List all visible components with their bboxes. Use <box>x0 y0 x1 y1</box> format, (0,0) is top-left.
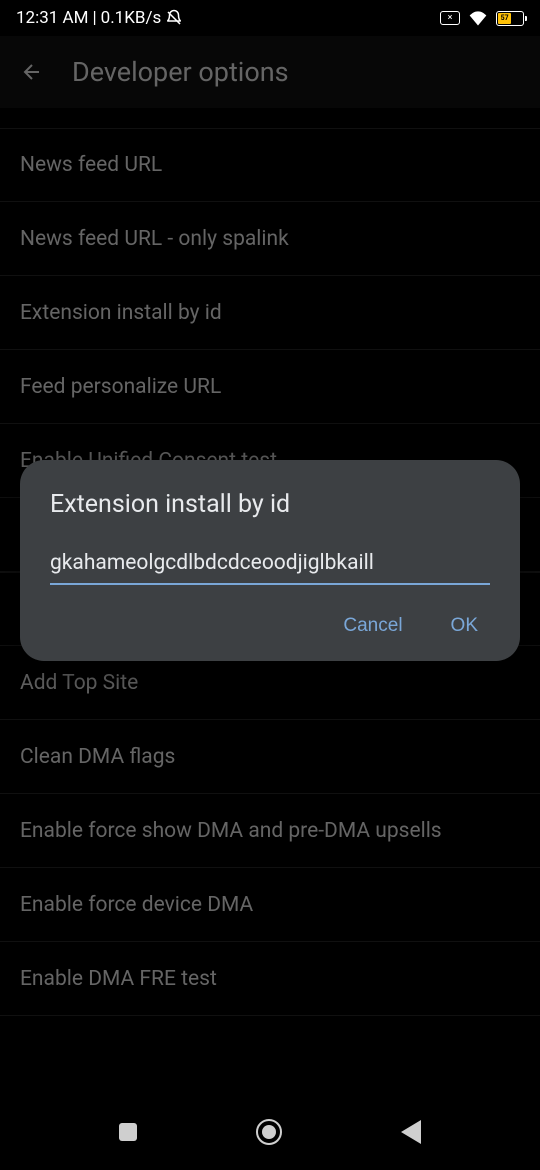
dialog-extension-install: Extension install by id Cancel OK <box>20 460 520 661</box>
ok-button[interactable]: OK <box>451 615 478 637</box>
net-speed-text: 0.1KB/s <box>101 8 162 28</box>
square-icon <box>119 1123 137 1141</box>
dialog-title: Extension install by id <box>50 490 490 519</box>
nav-bar <box>0 1094 540 1170</box>
triangle-icon <box>401 1120 421 1144</box>
status-bar: 12:31 AM | 0.1KB/s × 57 <box>0 0 540 36</box>
page-title: Developer options <box>72 56 289 88</box>
nav-recent-button[interactable] <box>119 1123 137 1141</box>
setting-item-feed-personalize[interactable]: Feed personalize URL <box>0 350 540 424</box>
mute-bell-icon <box>165 9 183 27</box>
back-arrow-icon[interactable] <box>20 60 44 84</box>
status-left: 12:31 AM | 0.1KB/s <box>16 8 183 28</box>
cancel-button[interactable]: Cancel <box>343 615 402 637</box>
nav-home-button[interactable] <box>256 1119 282 1145</box>
mobile-data-off-icon: × <box>440 11 460 25</box>
setting-item-clean-dma[interactable]: Clean DMA flags <box>0 720 540 794</box>
app-bar: Developer options <box>0 36 540 108</box>
setting-item-news-feed-url[interactable]: News feed URL <box>0 128 540 202</box>
setting-item-extension-install[interactable]: Extension install by id <box>0 276 540 350</box>
setting-item-news-feed-spalink[interactable]: News feed URL - only spalink <box>0 202 540 276</box>
status-right: × 57 <box>440 10 524 26</box>
extension-id-input[interactable] <box>50 547 490 585</box>
dialog-actions: Cancel OK <box>50 615 490 645</box>
circle-icon <box>256 1119 282 1145</box>
setting-item-force-device-dma[interactable]: Enable force device DMA <box>0 868 540 942</box>
nav-back-button[interactable] <box>401 1120 421 1144</box>
battery-icon: 57 <box>496 11 524 26</box>
setting-item-force-show-dma[interactable]: Enable force show DMA and pre-DMA upsell… <box>0 794 540 868</box>
wifi-icon <box>468 10 488 26</box>
time-text: 12:31 AM <box>16 8 88 28</box>
setting-item-dma-fre[interactable]: Enable DMA FRE test <box>0 942 540 1016</box>
